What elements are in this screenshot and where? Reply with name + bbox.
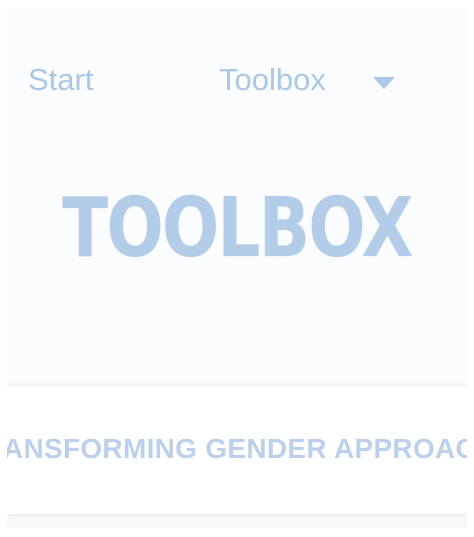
top-nav: Start Toolbox	[7, 8, 467, 158]
caret-down-icon[interactable]	[373, 77, 395, 89]
banner-strip: TRANSFORMING GENDER APPROACHES	[7, 386, 467, 514]
banner-link[interactable]: TRANSFORMING GENDER APPROACHES	[7, 433, 467, 465]
page-title: TOOLBOX	[62, 181, 413, 276]
divider	[7, 518, 467, 528]
nav-toolbox-link[interactable]: Toolbox	[219, 62, 326, 98]
page-frame: Start Toolbox TOOLBOX TRANSFORMING GENDE…	[7, 8, 467, 528]
nav-start-link[interactable]: Start	[28, 62, 93, 98]
